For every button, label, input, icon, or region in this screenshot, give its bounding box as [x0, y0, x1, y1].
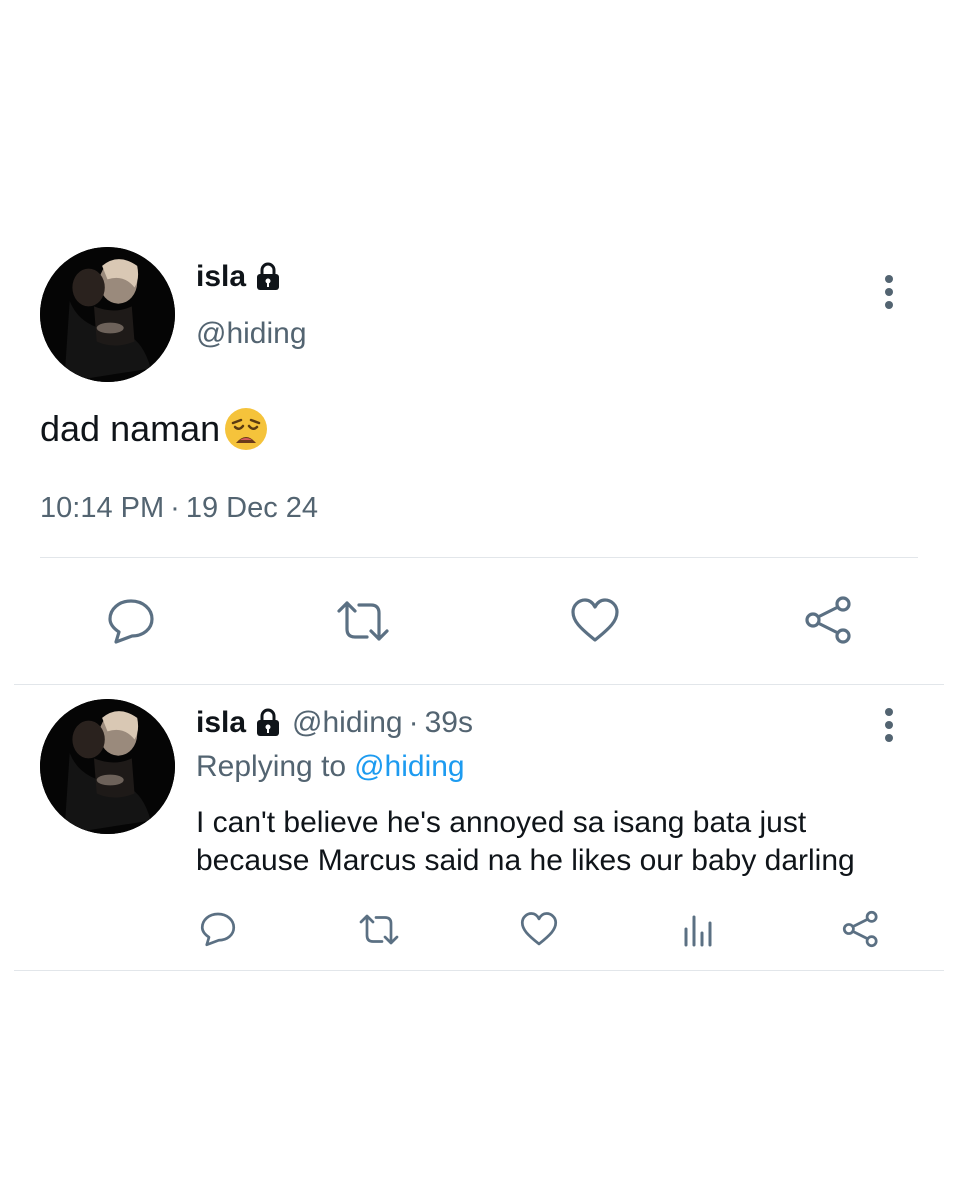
author-name-row: isla	[196, 260, 282, 294]
avatar[interactable]	[40, 247, 175, 382]
reply-icon[interactable]	[106, 597, 156, 645]
tweet-time: 10:14 PM	[40, 492, 165, 524]
replying-to-mention[interactable]: @hiding	[354, 750, 465, 783]
tweet-thread: isla @hiding dad naman 10:14 PM · 19 Dec…	[0, 0, 958, 1200]
display-name[interactable]: isla	[196, 260, 246, 294]
avatar-image	[40, 699, 175, 834]
header-separator: ·	[408, 706, 419, 739]
tweet-text-content: dad naman	[40, 408, 221, 449]
share-icon[interactable]	[841, 910, 881, 948]
tweet-text: I can't believe he's annoyed sa isang ba…	[196, 806, 855, 877]
avatar[interactable]	[40, 699, 175, 834]
analytics-icon[interactable]	[683, 911, 717, 947]
display-name[interactable]: isla	[196, 706, 246, 740]
reply-header: isla @hiding · 39s	[196, 706, 473, 740]
tweet-text: dad naman	[40, 405, 270, 453]
author-handle[interactable]: @hiding	[292, 706, 403, 740]
main-tweet: isla @hiding dad naman 10:14 PM · 19 Dec…	[0, 0, 958, 686]
reply-tweet: isla @hiding · 39s Replying to @hiding I …	[0, 686, 958, 970]
author-handle[interactable]: @hiding	[196, 317, 307, 351]
divider	[40, 557, 918, 558]
more-options-icon[interactable]	[883, 708, 895, 742]
tweet-age[interactable]: 39s	[425, 706, 473, 740]
replying-to-label: Replying to	[196, 750, 347, 783]
replying-to: Replying to @hiding	[196, 750, 465, 784]
share-icon[interactable]	[803, 595, 855, 645]
lock-icon	[254, 708, 282, 738]
more-options-icon[interactable]	[883, 275, 895, 309]
retweet-icon[interactable]	[333, 599, 393, 643]
timestamp-separator: ·	[170, 492, 180, 524]
like-icon[interactable]	[520, 912, 558, 947]
divider	[14, 684, 944, 685]
tweet-date: 19 Dec 24	[185, 492, 319, 524]
avatar-image	[40, 247, 175, 382]
lock-icon	[254, 262, 282, 292]
tweet-timestamp[interactable]: 10:14 PM · 19 Dec 24	[40, 492, 318, 525]
like-icon[interactable]	[570, 598, 620, 644]
reply-icon[interactable]	[199, 911, 237, 947]
divider	[14, 970, 944, 971]
retweet-icon[interactable]	[356, 913, 402, 946]
weary-face-icon	[222, 405, 270, 453]
